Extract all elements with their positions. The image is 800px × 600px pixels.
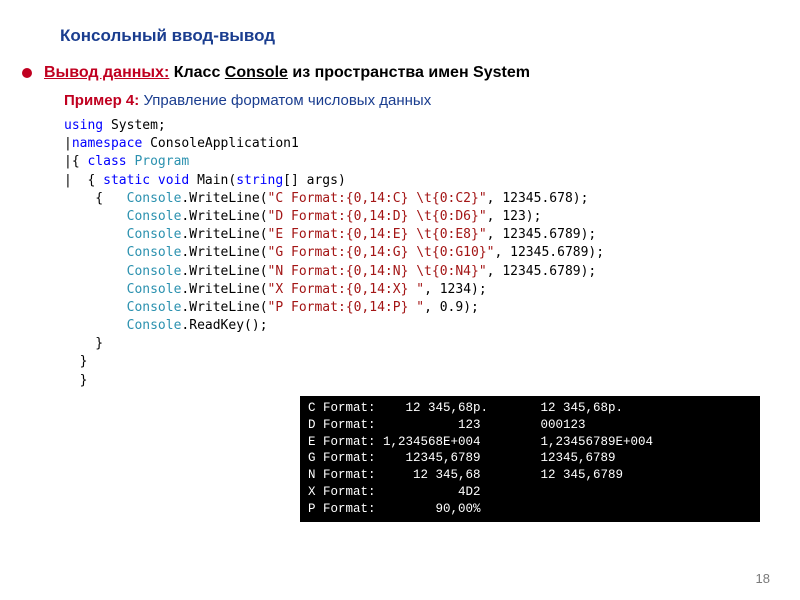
code-token: "E Format:{0,14:E} \t{0:E8}" [268, 227, 487, 242]
code-line: } [64, 353, 760, 371]
code-token: namespace [72, 136, 150, 151]
code-token: System; [111, 118, 166, 133]
code-token: Console [127, 209, 182, 224]
code-token: , 1234); [424, 282, 487, 297]
code-token: [] args) [283, 173, 346, 188]
code-token: , 12345.678); [487, 191, 589, 206]
code-token: string [236, 173, 283, 188]
code-line: Console.WriteLine("E Format:{0,14:E} \t{… [64, 226, 760, 244]
code-token: .WriteLine( [181, 300, 267, 315]
code-token: .WriteLine( [181, 191, 267, 206]
code-token: Console [127, 300, 182, 315]
code-token [64, 300, 127, 315]
page-number: 18 [756, 571, 770, 586]
code-token [64, 318, 127, 333]
subtitle-text: Вывод данных: Класс Console из пространс… [44, 64, 530, 82]
code-line: | { static void Main(string[] args) [64, 172, 760, 190]
code-token: } [64, 354, 87, 369]
code-token: , 123); [487, 209, 542, 224]
code-token: , 12345.6789); [495, 245, 605, 260]
subtitle-prefix: Класс [169, 64, 225, 81]
code-line: } [64, 335, 760, 353]
code-token: , 12345.6789); [487, 264, 597, 279]
code-token: .WriteLine( [181, 209, 267, 224]
code-token: .ReadKey(); [181, 318, 267, 333]
code-token: "D Format:{0,14:D} \t{0:D6}" [268, 209, 487, 224]
subtitle-red: Вывод данных: [44, 64, 169, 81]
slide-title: Консольный ввод-вывод [60, 26, 760, 46]
code-token: "P Format:{0,14:P} " [268, 300, 425, 315]
code-line: Console.WriteLine("G Format:{0,14:G} \t{… [64, 244, 760, 262]
code-token [64, 264, 127, 279]
code-line: Console.WriteLine("P Format:{0,14:P} ", … [64, 299, 760, 317]
code-token: "X Format:{0,14:X} " [268, 282, 425, 297]
code-line: |{ class Program [64, 153, 760, 171]
code-token: | { [64, 173, 103, 188]
code-block: using System;|namespace ConsoleApplicati… [64, 117, 760, 390]
code-token: | [64, 136, 72, 151]
code-line: Console.WriteLine("X Format:{0,14:X} ", … [64, 281, 760, 299]
bullet-icon [22, 68, 32, 78]
code-token: Console [127, 318, 182, 333]
code-line: Console.WriteLine("N Format:{0,14:N} \t{… [64, 263, 760, 281]
example-desc: Управление форматом числовых данных [143, 92, 431, 109]
code-token: , 0.9); [424, 300, 479, 315]
code-line: |namespace ConsoleApplication1 [64, 135, 760, 153]
console-output: C Format: 12 345,68p. 12 345,68p. D Form… [300, 396, 760, 522]
code-token: static void [103, 173, 197, 188]
example-label: Пример 4: [64, 92, 143, 109]
code-token: } [64, 336, 103, 351]
code-token: } [64, 373, 87, 388]
code-token: |{ [64, 154, 87, 169]
subtitle-row: Вывод данных: Класс Console из пространс… [40, 64, 760, 82]
code-token: "C Format:{0,14:C} \t{0:C2}" [268, 191, 487, 206]
code-token [64, 209, 127, 224]
slide: Консольный ввод-вывод Вывод данных: Клас… [0, 0, 800, 600]
code-token: Console [127, 227, 182, 242]
code-line: Console.WriteLine("D Format:{0,14:D} \t{… [64, 208, 760, 226]
code-token: .WriteLine( [181, 264, 267, 279]
code-token: .WriteLine( [181, 282, 267, 297]
code-token: Console [127, 264, 182, 279]
code-token: "N Format:{0,14:N} \t{0:N4}" [268, 264, 487, 279]
subtitle-console: Console [225, 64, 288, 81]
code-token: .WriteLine( [181, 245, 267, 260]
code-token: Console [127, 191, 182, 206]
code-line: } [64, 372, 760, 390]
example-line: Пример 4: Управление форматом числовых д… [64, 92, 760, 109]
subtitle-suffix: из пространства имен System [288, 64, 530, 81]
code-token: Console [127, 282, 182, 297]
code-token: { [64, 191, 127, 206]
code-token: .WriteLine( [181, 227, 267, 242]
code-token: Main( [197, 173, 236, 188]
code-token: Program [134, 154, 189, 169]
code-token [64, 282, 127, 297]
code-token: using [64, 118, 111, 133]
code-token [64, 227, 127, 242]
code-line: using System; [64, 117, 760, 135]
code-token: "G Format:{0,14:G} \t{0:G10}" [268, 245, 495, 260]
code-token: class [87, 154, 134, 169]
code-token: Console [127, 245, 182, 260]
code-token [64, 245, 127, 260]
code-token: ConsoleApplication1 [150, 136, 299, 151]
code-line: Console.ReadKey(); [64, 317, 760, 335]
code-token: , 12345.6789); [487, 227, 597, 242]
code-line: { Console.WriteLine("C Format:{0,14:C} \… [64, 190, 760, 208]
